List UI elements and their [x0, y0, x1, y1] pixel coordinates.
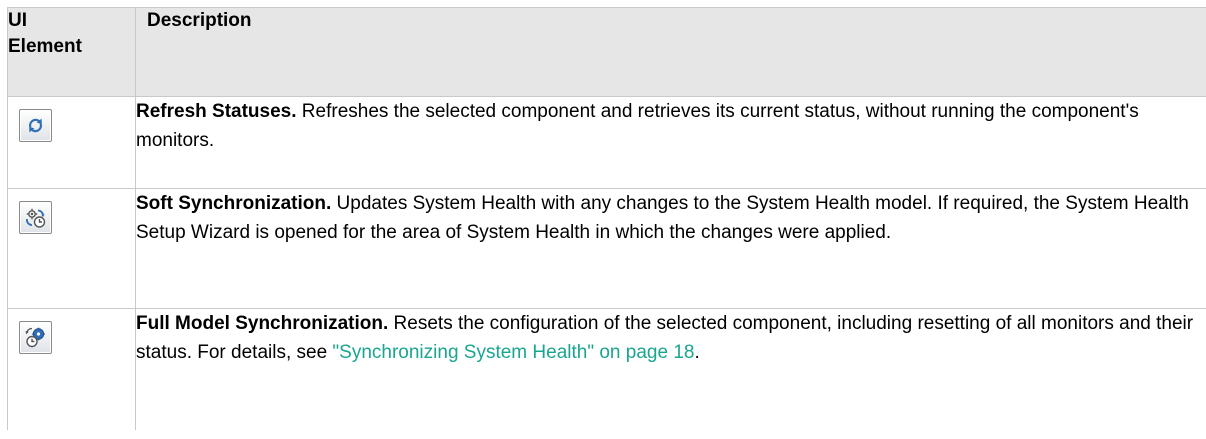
soft-synchronization-icon [19, 201, 52, 234]
description-cell: Soft Synchronization. Updates System Hea… [135, 188, 1206, 309]
description-cell: Refresh Statuses. Refreshes the selected… [135, 96, 1206, 189]
ui-element-header-line1: UI [8, 10, 27, 31]
full-model-synchronization-icon [19, 321, 52, 354]
description-title: Full Model Synchronization. [136, 313, 389, 334]
description-title: Refresh Statuses. [136, 101, 297, 122]
ui-element-cell [7, 188, 136, 309]
table-row: Soft Synchronization. Updates System Hea… [7, 188, 1206, 309]
description-title: Soft Synchronization. [136, 193, 332, 214]
description-text-end: . [694, 342, 700, 363]
description-header-label: Description [147, 10, 252, 31]
header-row: UI Element Description [7, 7, 1206, 97]
table-body: Refresh Statuses. Refreshes the selected… [7, 96, 1206, 430]
table-header: UI Element Description [7, 7, 1206, 97]
refresh-statuses-icon [19, 109, 52, 142]
ui-element-cell [7, 96, 136, 189]
table-row: Refresh Statuses. Refreshes the selected… [7, 96, 1206, 189]
ui-elements-table: UI Element Description Refresh Statuses. … [7, 7, 1206, 430]
ui-element-header-line2: Element [8, 36, 82, 57]
synchronizing-system-health-link[interactable]: "Synchronizing System Health" on page 18 [332, 342, 694, 363]
table-row: Full Model Synchronization. Resets the c… [7, 308, 1206, 430]
ui-element-cell [7, 308, 136, 430]
description-cell: Full Model Synchronization. Resets the c… [135, 308, 1206, 430]
ui-element-column-header: UI Element [7, 7, 136, 97]
description-column-header: Description [135, 7, 1206, 97]
